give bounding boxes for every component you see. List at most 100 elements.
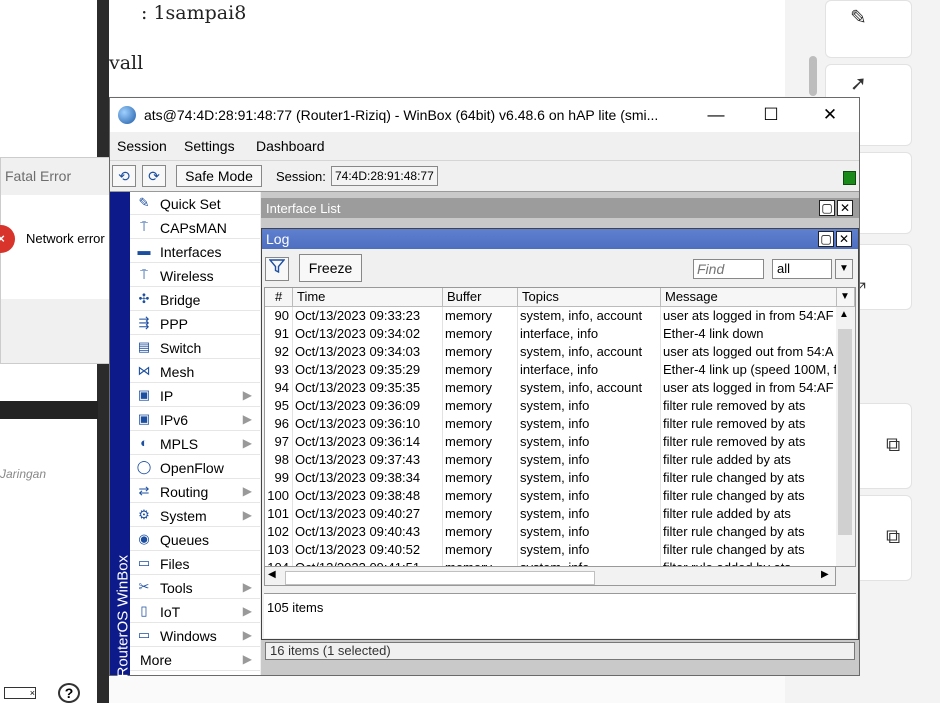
scroll-left-icon[interactable]: ◀ xyxy=(268,569,276,580)
system-icon: ⚙ xyxy=(138,507,150,522)
sidebar-item-queues[interactable]: ◉ Queues xyxy=(130,528,260,551)
topic-filter-select[interactable]: all xyxy=(772,259,832,279)
sidebar-item-interfaces[interactable]: ▬ Interfaces xyxy=(130,240,260,263)
table-row[interactable]: 103 Oct/13/2023 09:40:52 memory system, inf… xyxy=(265,541,837,559)
table-cell: memory xyxy=(443,307,518,325)
log-item-count: 105 items xyxy=(267,600,324,615)
sidebar-item-files[interactable]: ▭ Files xyxy=(130,552,260,575)
sidebar-item-more[interactable]: More ▶ xyxy=(130,648,260,671)
freeze-button[interactable]: Freeze xyxy=(299,254,362,282)
sidebar-item-openflow[interactable]: ◯ OpenFlow xyxy=(130,456,260,479)
vertical-scrollbar[interactable]: ▲ ▼ xyxy=(836,307,855,566)
session-field[interactable]: 74:4D:28:91:48:77 xyxy=(331,166,438,186)
find-input[interactable] xyxy=(693,259,764,279)
external-link-icon[interactable]: ⧉ xyxy=(886,526,900,549)
table-cell: system, info xyxy=(518,433,661,451)
safe-mode-button[interactable]: Safe Mode xyxy=(176,165,262,187)
help-icon[interactable]: ? xyxy=(58,683,80,703)
tool-card[interactable]: ✎ xyxy=(825,0,912,58)
table-cell: system, info, account xyxy=(518,343,661,361)
horizontal-scrollbar[interactable]: ◀ ▶ xyxy=(264,566,836,586)
menu-session[interactable]: Session xyxy=(117,138,167,154)
sidebar-item-system[interactable]: ⚙ System ▶ xyxy=(130,504,260,527)
pointer-icon[interactable]: ➚ xyxy=(850,71,867,96)
menu-dashboard[interactable]: Dashboard xyxy=(256,138,325,154)
menu-settings[interactable]: Settings xyxy=(184,138,235,154)
column-menu-icon[interactable]: ▼ xyxy=(837,288,855,307)
window-maximize-icon[interactable]: ▢ xyxy=(818,231,834,247)
sidebar-item-tools[interactable]: ✂ Tools ▶ xyxy=(130,576,260,599)
table-cell: memory xyxy=(443,451,518,469)
window-maximize-icon[interactable]: ▢ xyxy=(819,200,835,216)
document-text-line: vall xyxy=(109,52,144,74)
sidebar-item-mpls[interactable]: ◐ MPLS ▶ xyxy=(130,432,260,455)
table-cell: Oct/13/2023 09:38:48 xyxy=(293,487,443,505)
window-close-icon[interactable]: ✕ xyxy=(836,231,852,247)
status-indicator-icon xyxy=(843,171,856,185)
chevron-down-icon[interactable]: ▼ xyxy=(835,259,853,279)
log-titlebar[interactable]: Log ▢ ✕ xyxy=(262,229,858,249)
table-row[interactable]: 95 Oct/13/2023 09:36:09 memory system, info… xyxy=(265,397,837,415)
table-row[interactable]: 94 Oct/13/2023 09:35:35 memory system, info… xyxy=(265,379,837,397)
maximize-button[interactable]: ☐ xyxy=(753,104,789,126)
routing-icon: ⇄ xyxy=(138,483,150,498)
pen-icon[interactable]: ✎ xyxy=(850,5,867,30)
sidebar-item-ip[interactable]: ▣ IP ▶ xyxy=(130,384,260,407)
sidebar-item-ipv6[interactable]: ▣ IPv6 ▶ xyxy=(130,408,260,431)
column-header[interactable]: Topics xyxy=(518,288,661,307)
sidebar-item-switch[interactable]: ▤ Switch xyxy=(130,336,260,359)
sidebar-item-capsman[interactable]: ⍑ CAPsMAN xyxy=(130,216,260,239)
table-row[interactable]: 90 Oct/13/2023 09:33:23 memory system, info… xyxy=(265,307,837,325)
table-cell: filter rule changed by ats xyxy=(663,470,805,485)
table-cell: Ether-4 link down xyxy=(663,326,764,341)
sidebar-item-iot[interactable]: ▯ IoT ▶ xyxy=(130,600,260,623)
sidebar-item-windows[interactable]: ▭ Windows ▶ xyxy=(130,624,260,647)
table-cell: Oct/13/2023 09:40:43 xyxy=(293,523,443,541)
undo-button[interactable]: ⟲ xyxy=(112,165,136,187)
table-row[interactable]: 102 Oct/13/2023 09:40:43 memory system, inf… xyxy=(265,523,837,541)
close-small-icon[interactable]: × xyxy=(4,687,36,699)
sidebar-item-label: Windows xyxy=(160,628,217,644)
column-header[interactable]: Message xyxy=(661,288,837,307)
log-toolbar: Freeze all ▼ xyxy=(262,251,858,285)
minimize-button[interactable]: — xyxy=(698,104,734,126)
table-row[interactable]: 97 Oct/13/2023 09:36:14 memory system, info… xyxy=(265,433,837,451)
sidebar-item-quick-set[interactable]: ✎ Quick Set xyxy=(130,192,260,215)
table-row[interactable]: 101 Oct/13/2023 09:40:27 memory system, inf… xyxy=(265,505,837,523)
table-cell: 100 xyxy=(265,487,293,505)
table-row[interactable]: 91 Oct/13/2023 09:34:02 memory interface, i… xyxy=(265,325,837,343)
table-row[interactable]: 92 Oct/13/2023 09:34:03 memory system, info… xyxy=(265,343,837,361)
filter-button[interactable] xyxy=(265,257,289,281)
table-row[interactable]: 100 Oct/13/2023 09:38:48 memory system, inf… xyxy=(265,487,837,505)
column-header[interactable]: Buffer xyxy=(443,288,518,307)
redo-button[interactable]: ⟳ xyxy=(142,165,166,187)
session-label: Session: xyxy=(276,169,326,184)
table-cell: filter rule removed by ats xyxy=(663,398,806,413)
scrollbar-thumb[interactable] xyxy=(838,329,852,535)
table-row[interactable]: 98 Oct/13/2023 09:37:43 memory system, info… xyxy=(265,451,837,469)
background-document: : 1sampai8 vall xyxy=(109,0,785,96)
scrollbar-thumb[interactable] xyxy=(285,571,595,585)
scroll-right-icon[interactable]: ▶ xyxy=(821,569,829,580)
window-titlebar[interactable]: ats@74:4D:28:91:48:77 (Router1-Riziq) - … xyxy=(110,98,859,132)
toolbar: ⟲ ⟳ Safe Mode Session: 74:4D:28:91:48:77 xyxy=(110,160,859,192)
sidebar-item-routing[interactable]: ⇄ Routing ▶ xyxy=(130,480,260,503)
sidebar-item-bridge[interactable]: ✣ Bridge xyxy=(130,288,260,311)
scroll-up-icon[interactable]: ▲ xyxy=(839,309,849,320)
sidebar: RouterOS WinBox ✎ Quick Set ⍑ CAPsMAN ▬ Inter… xyxy=(110,192,260,678)
interface-list-titlebar[interactable]: Interface List ▢ ✕ xyxy=(261,198,859,218)
scrollbar-thumb[interactable] xyxy=(809,56,817,96)
error-icon: × xyxy=(0,225,15,253)
external-link-icon[interactable]: ⧉ xyxy=(886,434,900,457)
close-button[interactable]: ✕ xyxy=(812,104,848,126)
column-header[interactable]: Time xyxy=(293,288,443,307)
table-row[interactable]: 96 Oct/13/2023 09:36:10 memory system, info… xyxy=(265,415,837,433)
table-cell: filter rule changed by ats xyxy=(663,488,805,503)
sidebar-item-ppp[interactable]: ⇶ PPP xyxy=(130,312,260,335)
column-header[interactable]: # xyxy=(265,288,293,307)
table-row[interactable]: 99 Oct/13/2023 09:38:34 memory system, info… xyxy=(265,469,837,487)
table-row[interactable]: 93 Oct/13/2023 09:35:29 memory interface, i… xyxy=(265,361,837,379)
window-close-icon[interactable]: ✕ xyxy=(837,200,853,216)
sidebar-item-mesh[interactable]: ⋈ Mesh xyxy=(130,360,260,383)
sidebar-item-wireless[interactable]: ⍑ Wireless xyxy=(130,264,260,287)
